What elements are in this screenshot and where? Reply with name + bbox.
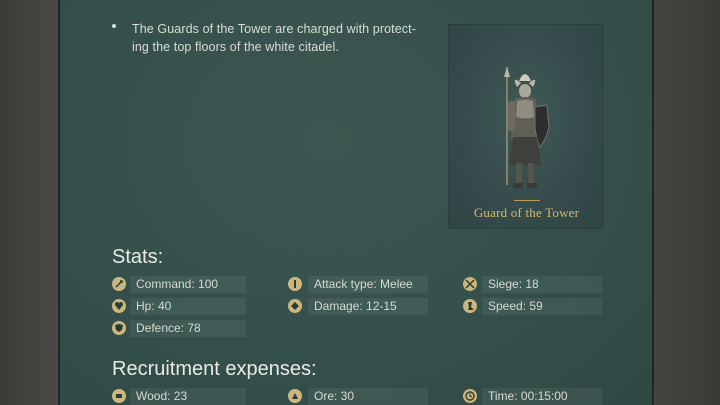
stat-command: Command: 100 [130, 276, 246, 293]
cost-wood: Wood: 23 [130, 388, 246, 405]
unit-portrait: Guard of the Tower [448, 24, 603, 229]
stat-hp: Hp: 40 [130, 298, 246, 315]
name-ornament [514, 200, 540, 203]
stat-speed: Speed: 59 [482, 298, 602, 315]
unit-name: Guard of the Tower [473, 205, 580, 220]
damage-icon [288, 299, 302, 313]
stat-attack-type: Attack type: Melee [308, 276, 428, 293]
shield-icon [112, 321, 126, 335]
cost-time: Time: 00:15:00 [482, 388, 602, 405]
siege-icon [463, 277, 477, 291]
stat-siege: Siege: 18 [482, 276, 602, 293]
ore-icon [288, 389, 302, 403]
stats-title: Stats: [112, 246, 164, 268]
recruitment-title: Recruitment expenses: [112, 358, 317, 380]
cost-ore: Ore: 30 [308, 388, 428, 405]
heart-icon [112, 299, 126, 313]
command-icon [112, 277, 126, 291]
bullet-dot [112, 24, 116, 28]
stat-defence: Defence: 78 [130, 320, 246, 337]
right-backdrop [654, 0, 720, 405]
guard-figure-icon [504, 67, 550, 188]
clock-icon [463, 389, 477, 403]
wood-icon [112, 389, 126, 403]
left-backdrop [0, 0, 58, 405]
unit-info-panel: The Guards of the Tower are charged with… [58, 0, 654, 405]
speed-icon [463, 299, 477, 313]
unit-description: The Guards of the Tower are charged with… [132, 22, 416, 54]
attack-type-icon [288, 277, 302, 291]
stat-damage: Damage: 12-15 [308, 298, 428, 315]
